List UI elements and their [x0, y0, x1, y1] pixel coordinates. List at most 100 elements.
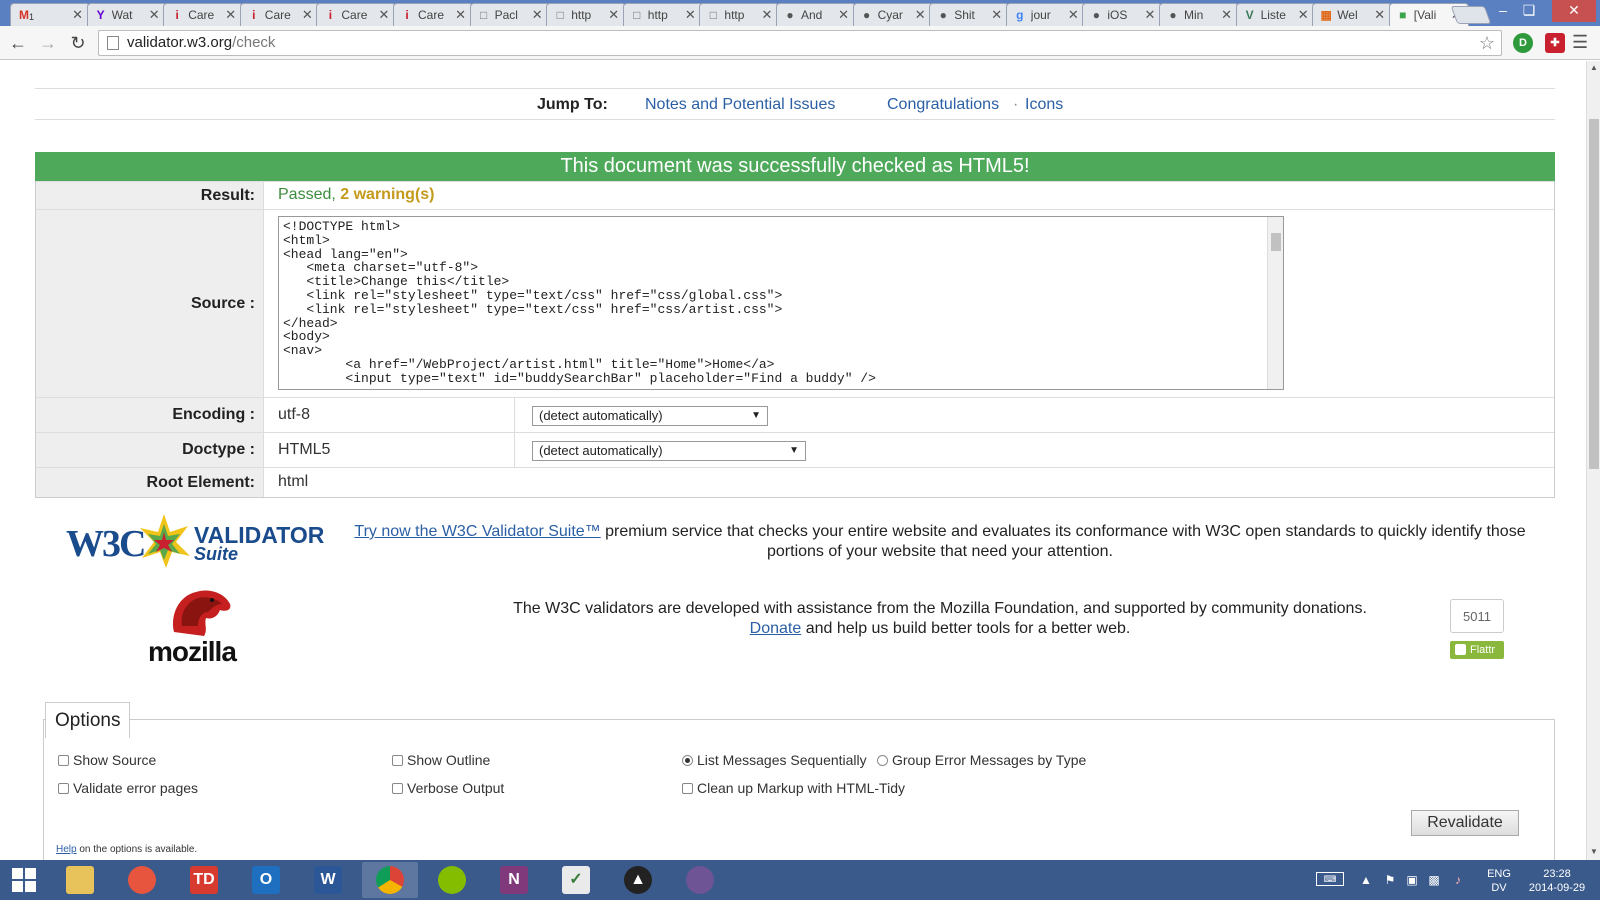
close-tab-icon[interactable]: ✕: [455, 7, 466, 23]
close-tab-icon[interactable]: ✕: [378, 7, 389, 23]
unity-icon[interactable]: ▲: [610, 862, 666, 898]
forward-icon[interactable]: →: [36, 31, 60, 55]
close-tab-icon[interactable]: ✕: [1221, 7, 1232, 23]
minimize-icon[interactable]: –: [1490, 0, 1516, 22]
onenote-icon[interactable]: N: [486, 862, 542, 898]
close-tab-icon[interactable]: ✕: [761, 7, 772, 23]
mozilla-logo[interactable]: mozilla: [146, 586, 256, 671]
chrome-menu-icon[interactable]: ☰: [1572, 32, 1588, 53]
browser-tab[interactable]: ● iOS ✕: [1082, 3, 1163, 26]
browser-tab[interactable]: i Care ✕: [163, 3, 244, 26]
encoding-select[interactable]: (detect automatically) ▼: [532, 406, 768, 426]
source-textarea[interactable]: <!DOCTYPE html> <html> <head lang="en"> …: [278, 216, 1284, 390]
bookmark-star-icon[interactable]: ☆: [1479, 31, 1495, 55]
show-outline-checkbox[interactable]: [392, 755, 403, 766]
close-window-icon[interactable]: ✕: [1552, 0, 1596, 22]
cleanup-tidy-checkbox[interactable]: [682, 783, 693, 794]
spotify-icon[interactable]: [424, 862, 480, 898]
browser-tab[interactable]: ● And ✕: [776, 3, 856, 26]
back-icon[interactable]: ←: [6, 31, 30, 55]
new-tab-button[interactable]: [1450, 6, 1492, 24]
option-show-source[interactable]: Show Source: [58, 752, 156, 768]
option-list-sequential[interactable]: List Messages Sequentially: [682, 752, 867, 768]
file-explorer-icon[interactable]: [52, 862, 108, 898]
github-icon[interactable]: [672, 862, 728, 898]
browser-tab[interactable]: g jour ✕: [1005, 3, 1086, 26]
browser-tab[interactable]: i Care ✕: [239, 3, 320, 26]
close-tab-icon[interactable]: ✕: [225, 7, 236, 23]
close-tab-icon[interactable]: ✕: [685, 7, 696, 23]
close-tab-icon[interactable]: ✕: [838, 7, 849, 23]
jump-link-icons[interactable]: Icons: [1025, 96, 1063, 114]
todoist-icon[interactable]: TD: [176, 862, 232, 898]
network-icon[interactable]: ▩: [1426, 872, 1442, 888]
word-icon[interactable]: W: [300, 862, 356, 898]
notification-icon[interactable]: ⚑: [1382, 872, 1398, 888]
option-group-by-type[interactable]: Group Error Messages by Type: [877, 752, 1086, 768]
browser-tab[interactable]: □ http ✕: [546, 3, 627, 26]
power-icon[interactable]: ▣: [1404, 872, 1420, 888]
close-tab-icon[interactable]: ✕: [915, 7, 926, 23]
close-tab-icon[interactable]: ✕: [1068, 7, 1079, 23]
reload-icon[interactable]: ↻: [66, 31, 90, 55]
address-bar[interactable]: validator.w3.org/check ☆: [98, 30, 1502, 56]
browser-tab[interactable]: i Care ✕: [316, 3, 397, 26]
scroll-down-icon[interactable]: ▼: [1590, 847, 1598, 856]
browser-tab[interactable]: ● Cyar ✕: [852, 3, 933, 26]
option-cleanup-tidy[interactable]: Clean up Markup with HTML-Tidy: [682, 780, 905, 796]
revalidate-button[interactable]: Revalidate: [1411, 810, 1519, 836]
close-tab-icon[interactable]: ✕: [1144, 7, 1155, 23]
option-show-outline[interactable]: Show Outline: [392, 752, 490, 768]
browser-tab[interactable]: M 1 ✕: [10, 3, 90, 26]
input-language[interactable]: ENG DV: [1484, 867, 1514, 907]
browser-tab[interactable]: Y Wat ✕: [86, 3, 167, 26]
project-chart-icon[interactable]: ✓: [548, 862, 604, 898]
windows-start-icon[interactable]: [12, 868, 36, 892]
show-hidden-icons-icon[interactable]: ▲: [1358, 872, 1374, 888]
doctype-select[interactable]: (detect automatically) ▼: [532, 441, 806, 461]
group-by-type-radio[interactable]: [877, 755, 888, 766]
extension-puzzle-icon[interactable]: ✚: [1545, 33, 1565, 53]
browser-tab[interactable]: i Care ✕: [393, 3, 473, 26]
verbose-output-checkbox[interactable]: [392, 783, 403, 794]
keyboard-icon[interactable]: ⌨: [1316, 872, 1344, 886]
clock[interactable]: 23:28 2014-09-29: [1522, 867, 1592, 907]
close-tab-icon[interactable]: ✕: [149, 7, 160, 23]
list-sequential-radio[interactable]: [682, 755, 693, 766]
jump-link-congratulations[interactable]: Congratulations: [887, 96, 999, 114]
close-tab-icon[interactable]: ✕: [608, 7, 619, 23]
show-source-checkbox[interactable]: [58, 755, 69, 766]
browser-tab[interactable]: □ http ✕: [699, 3, 780, 26]
result-warnings-link[interactable]: 2 warning(s): [340, 186, 434, 203]
close-tab-icon[interactable]: ✕: [532, 7, 543, 23]
source-scrollbar[interactable]: [1267, 217, 1283, 389]
browser-tab[interactable]: ● Min ✕: [1159, 3, 1239, 26]
close-tab-icon[interactable]: ✕: [302, 7, 313, 23]
close-tab-icon[interactable]: ✕: [1374, 7, 1385, 23]
option-validate-error-pages[interactable]: Validate error pages: [58, 780, 198, 796]
outlook-icon[interactable]: O: [238, 862, 294, 898]
donate-link[interactable]: Donate: [750, 620, 802, 637]
volume-muted-icon[interactable]: ♪: [1450, 872, 1466, 888]
browser-tab[interactable]: □ Pacl ✕: [469, 3, 550, 26]
validator-suite-link[interactable]: Try now the W3C Validator Suite™: [354, 523, 600, 540]
option-verbose-output[interactable]: Verbose Output: [392, 780, 504, 796]
browser-tab[interactable]: ● Shit ✕: [929, 3, 1010, 26]
flattr-button[interactable]: Flattr: [1450, 641, 1504, 659]
scroll-up-icon[interactable]: ▲: [1590, 63, 1598, 72]
restore-icon[interactable]: ❏: [1516, 0, 1542, 22]
page-scrollbar[interactable]: ▲ ▼: [1586, 61, 1600, 860]
chrome-icon[interactable]: [362, 862, 418, 898]
help-link[interactable]: Help: [56, 844, 77, 855]
browser-tab[interactable]: V Liste ✕: [1235, 3, 1316, 26]
app-red-circle-icon[interactable]: [114, 862, 170, 898]
browser-tab[interactable]: □ http ✕: [622, 3, 703, 26]
close-tab-icon[interactable]: ✕: [72, 7, 83, 23]
scrollbar-thumb[interactable]: [1589, 119, 1599, 469]
browser-tab[interactable]: ▦ Wel ✕: [1312, 3, 1393, 26]
validate-error-pages-checkbox[interactable]: [58, 783, 69, 794]
close-tab-icon[interactable]: ✕: [1298, 7, 1309, 23]
jump-link-notes[interactable]: Notes and Potential Issues: [645, 96, 835, 114]
extension-d-icon[interactable]: D: [1513, 33, 1533, 53]
close-tab-icon[interactable]: ✕: [991, 7, 1002, 23]
